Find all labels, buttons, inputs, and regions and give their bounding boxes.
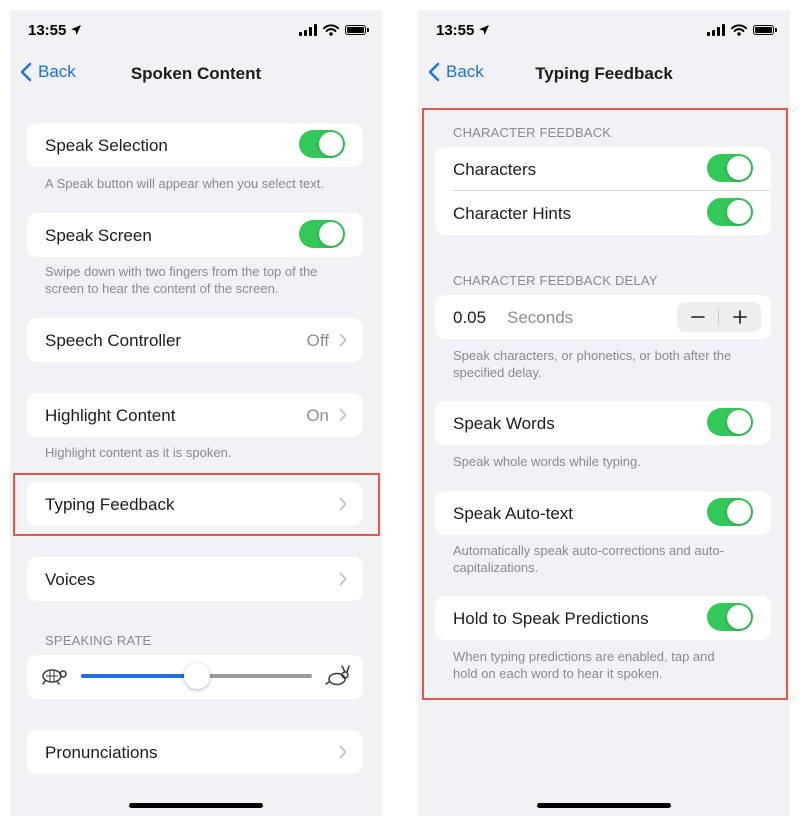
minus-icon bbox=[691, 316, 705, 318]
speaking-rate-slider[interactable] bbox=[81, 663, 312, 689]
speak-selection-footer: A Speak button will appear when you sele… bbox=[45, 176, 324, 191]
toggle-knob bbox=[727, 200, 751, 224]
chevron-right-icon bbox=[339, 333, 347, 347]
pronunciations-label: Pronunciations bbox=[45, 743, 158, 762]
home-indicator bbox=[129, 803, 263, 808]
hold-to-speak-row: Hold to Speak Predictions bbox=[435, 596, 771, 640]
feedback-delay-row: 0.05 Seconds bbox=[435, 295, 771, 339]
toggle-knob bbox=[319, 222, 343, 246]
chevron-right-icon bbox=[339, 745, 347, 759]
speak-auto-text-footer-line1: Automatically speak auto-corrections and… bbox=[453, 543, 724, 558]
toggle-knob bbox=[727, 156, 751, 180]
hold-to-speak-footer-line1: When typing predictions are enabled, tap… bbox=[453, 649, 715, 664]
speech-controller-label: Speech Controller bbox=[45, 331, 182, 350]
wifi-icon bbox=[323, 24, 339, 36]
typing-feedback-screen: 13:55 Back Typing Feedback CHARACTER FEE… bbox=[418, 10, 790, 816]
voices-label: Voices bbox=[45, 570, 96, 589]
pronunciations-row[interactable]: Pronunciations bbox=[27, 730, 363, 774]
speak-words-row: Speak Words bbox=[435, 401, 771, 445]
navigation-bar: Back Typing Feedback bbox=[418, 54, 790, 98]
toggle-knob bbox=[727, 605, 751, 629]
delay-value: 0.05 bbox=[453, 308, 487, 327]
highlight-content-footer: Highlight content as it is spoken. bbox=[45, 445, 232, 460]
characters-row: Characters bbox=[435, 147, 771, 191]
voices-row[interactable]: Voices bbox=[27, 557, 363, 601]
turtle-icon bbox=[42, 669, 67, 685]
page-title: Spoken Content bbox=[130, 64, 262, 83]
page-title: Typing Feedback bbox=[535, 64, 673, 83]
speak-selection-toggle[interactable] bbox=[299, 130, 345, 158]
battery-icon bbox=[753, 25, 777, 35]
toggle-knob bbox=[727, 410, 751, 434]
cellular-signal-icon bbox=[299, 24, 317, 36]
character-feedback-header: CHARACTER FEEDBACK bbox=[453, 125, 612, 140]
slider-fill bbox=[81, 674, 197, 678]
status-bar: 13:55 bbox=[418, 10, 790, 54]
speak-auto-text-row: Speak Auto-text bbox=[435, 491, 771, 535]
feedback-delay-footer: Speak characters, or phonetics, or both … bbox=[453, 347, 768, 381]
stepper-plus-button[interactable] bbox=[719, 302, 761, 332]
cellular-signal-icon bbox=[707, 24, 725, 36]
home-indicator bbox=[537, 803, 671, 808]
chevron-right-icon bbox=[339, 572, 347, 586]
character-hints-toggle[interactable] bbox=[707, 198, 753, 226]
speaking-rate-header: SPEAKING RATE bbox=[45, 633, 152, 648]
status-icons bbox=[299, 24, 369, 36]
highlight-content-row[interactable]: Highlight Content On bbox=[27, 393, 363, 437]
speak-auto-text-label: Speak Auto-text bbox=[453, 504, 574, 523]
hold-to-speak-label: Hold to Speak Predictions bbox=[453, 609, 649, 628]
wifi-icon bbox=[731, 24, 747, 36]
typing-feedback-label: Typing Feedback bbox=[45, 495, 175, 514]
speak-words-label: Speak Words bbox=[453, 414, 555, 433]
status-time: 13:55 bbox=[28, 22, 67, 39]
character-hints-label: Character Hints bbox=[453, 204, 572, 223]
speak-screen-footer-line1: Swipe down with two fingers from the top… bbox=[45, 264, 318, 279]
toggle-knob bbox=[319, 132, 343, 156]
speech-controller-row[interactable]: Speech Controller Off bbox=[27, 318, 363, 362]
speak-auto-text-toggle[interactable] bbox=[707, 498, 753, 526]
speak-words-footer: Speak whole words while typing. bbox=[453, 454, 641, 469]
speak-screen-footer-line2: screen to hear the content of the screen… bbox=[45, 281, 279, 296]
status-bar: 13:55 bbox=[10, 10, 382, 54]
toggle-knob bbox=[727, 500, 751, 524]
character-feedback-delay-header: CHARACTER FEEDBACK DELAY bbox=[453, 273, 658, 288]
chevron-right-icon bbox=[339, 408, 347, 422]
plus-icon bbox=[733, 310, 747, 324]
slider-knob[interactable] bbox=[183, 663, 210, 689]
speak-screen-footer: Swipe down with two fingers from the top… bbox=[45, 263, 360, 297]
speak-words-toggle[interactable] bbox=[707, 408, 753, 436]
status-time: 13:55 bbox=[436, 22, 475, 39]
stepper-minus-button[interactable] bbox=[677, 302, 719, 332]
hare-icon bbox=[325, 665, 350, 686]
speak-screen-label: Speak Screen bbox=[45, 226, 152, 245]
speak-auto-text-footer-line2: capitalizations. bbox=[453, 560, 539, 575]
location-arrow-icon bbox=[71, 25, 81, 35]
speech-controller-value: Off bbox=[306, 331, 329, 350]
characters-toggle[interactable] bbox=[707, 154, 753, 182]
delay-stepper bbox=[677, 302, 761, 332]
chevron-right-icon bbox=[339, 497, 347, 511]
hold-to-speak-footer-line2: hold on each word to hear it spoken. bbox=[453, 666, 663, 681]
spoken-content-screen: 13:55 Back Spoken Content Speak Selectio… bbox=[10, 10, 382, 816]
highlight-content-value: On bbox=[306, 406, 329, 425]
status-icons bbox=[707, 24, 777, 36]
speak-selection-label: Speak Selection bbox=[45, 136, 168, 155]
hold-to-speak-toggle[interactable] bbox=[707, 603, 753, 631]
speak-selection-row: Speak Selection bbox=[27, 123, 363, 167]
feedback-delay-footer-line1: Speak characters, or phonetics, or both … bbox=[453, 348, 732, 363]
typing-feedback-row[interactable]: Typing Feedback bbox=[27, 482, 363, 526]
delay-unit: Seconds bbox=[507, 308, 574, 327]
speaking-rate-row bbox=[27, 655, 363, 699]
speak-screen-row: Speak Screen bbox=[27, 213, 363, 257]
location-arrow-icon bbox=[479, 25, 489, 35]
speak-screen-toggle[interactable] bbox=[299, 220, 345, 248]
hold-to-speak-footer: When typing predictions are enabled, tap… bbox=[453, 648, 768, 682]
speak-auto-text-footer: Automatically speak auto-corrections and… bbox=[453, 542, 768, 576]
navigation-bar: Back Spoken Content bbox=[10, 54, 382, 98]
feedback-delay-footer-line2: specified delay. bbox=[453, 365, 542, 380]
highlight-content-label: Highlight Content bbox=[45, 406, 176, 425]
character-hints-row: Character Hints bbox=[435, 191, 771, 235]
characters-label: Characters bbox=[453, 160, 537, 179]
battery-icon bbox=[345, 25, 369, 35]
